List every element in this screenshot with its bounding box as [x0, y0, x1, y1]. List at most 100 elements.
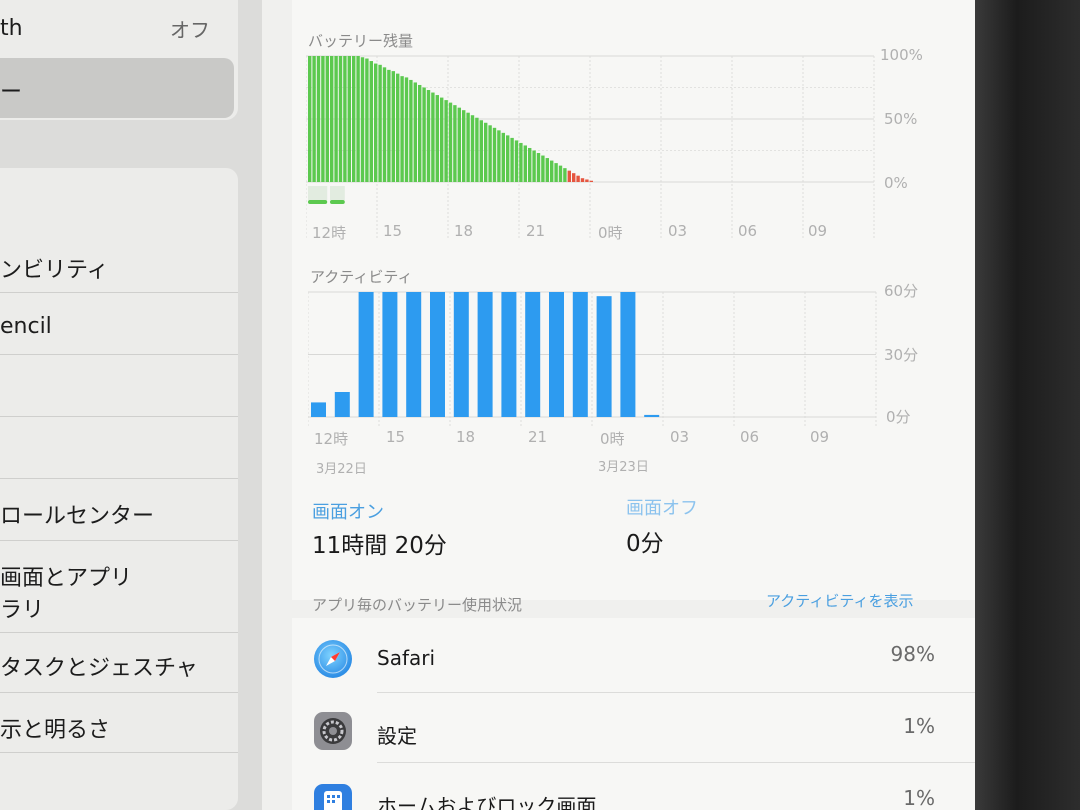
activity-bar [334, 392, 350, 417]
battery-bar [453, 105, 457, 182]
battery-bar [382, 67, 387, 182]
app-row-home-lock-screen[interactable]: ホームおよびロック画面 1% [262, 764, 975, 810]
battery-bar [356, 56, 360, 182]
battery-level-label: バッテリー残量 [308, 32, 414, 50]
battery-bar [550, 160, 554, 182]
battery-y-label-50: 50% [884, 110, 918, 128]
battery-bar [492, 127, 497, 182]
divider [0, 478, 238, 479]
activity-bar [525, 292, 541, 417]
sidebar-item-label: ンビリティ [0, 258, 109, 283]
activity-y-label-0: 0分 [886, 408, 911, 426]
battery-bar [413, 82, 417, 182]
divider [0, 354, 238, 355]
battery-bar [484, 122, 488, 182]
battery-bar [580, 178, 585, 182]
battery-x-label: 18 [454, 222, 474, 240]
battery-bar [369, 61, 373, 182]
activity-x-label: 03 [670, 428, 690, 446]
sidebar-item-multitasking-gestures[interactable]: タスクとジェスチャ [0, 650, 238, 682]
app-row-settings[interactable]: 設定 1% [262, 694, 975, 760]
battery-bar [418, 84, 422, 182]
activity-chart [308, 291, 877, 426]
battery-y-label-100: 100% [880, 46, 923, 64]
battery-bar [391, 71, 395, 182]
sidebar-item-label: ロールセンター [0, 504, 155, 529]
sidebar-item-label: ラリ [0, 598, 45, 623]
battery-bar [365, 58, 369, 182]
battery-bar [523, 145, 527, 182]
charging-indicator [330, 200, 345, 204]
sidebar-item-blank-1[interactable] [0, 376, 238, 406]
battery-bar [312, 56, 316, 182]
app-battery-percent: 1% [903, 786, 935, 810]
battery-bar [334, 56, 338, 182]
charging-shade [330, 186, 345, 200]
divider [0, 632, 238, 633]
activity-bar [501, 292, 517, 417]
app-name: 設定 [377, 724, 417, 748]
battery-bar [444, 100, 448, 182]
app-row-safari[interactable]: Safari 98% [262, 626, 975, 692]
device-bezel [975, 0, 1080, 810]
activity-bar [430, 292, 445, 417]
sidebar-item-pencil[interactable]: encil [0, 314, 238, 339]
battery-bar [532, 150, 536, 182]
battery-bar [457, 107, 461, 182]
home-lock-screen-icon [314, 784, 352, 810]
battery-bar [479, 120, 483, 182]
sidebar-item-blank-2[interactable] [0, 438, 238, 468]
sidebar-item-control-center[interactable]: ロールセンター [0, 498, 238, 530]
battery-bar [554, 163, 558, 182]
activity-y-label-30: 30分 [884, 346, 919, 364]
activity-bar [358, 292, 374, 417]
sidebar-item-accessibility[interactable]: ンビリティ [0, 252, 238, 284]
sidebar-item-home-screen-app-library[interactable]: 画面とアプリ [0, 560, 238, 592]
activity-x-label: 12時 [314, 430, 349, 448]
battery-bar [404, 77, 409, 182]
battery-bar [585, 179, 589, 182]
battery-bar [528, 147, 532, 182]
sidebar-item-label: タスクとジェスチャ [0, 656, 198, 681]
battery-bar [308, 56, 312, 182]
battery-bar [497, 130, 501, 182]
battery-bar [378, 64, 382, 182]
activity-x-label: 21 [528, 428, 548, 446]
divider [0, 416, 238, 417]
activity-bar [406, 292, 422, 417]
battery-bar [519, 142, 523, 182]
sidebar-item-display-brightness[interactable]: 示と明るさ [0, 712, 238, 744]
battery-x-label: 06 [738, 222, 758, 240]
divider [0, 540, 238, 541]
battery-bar [558, 165, 563, 182]
settings-gear-icon [314, 712, 352, 750]
bluetooth-status-value: オフ [170, 18, 210, 42]
sidebar-item-label: 示と明るさ [0, 718, 111, 743]
battery-bar [576, 175, 580, 182]
battery-bar [541, 155, 545, 182]
battery-bar [440, 97, 444, 182]
battery-bar [567, 170, 571, 182]
battery-bar [536, 153, 541, 182]
app-name: ホームおよびロック画面 [377, 794, 597, 810]
battery-bar [462, 110, 466, 182]
sidebar-item-home-screen-app-library-line2[interactable]: ラリ [0, 592, 238, 624]
screen-on-label: 画面オン [312, 502, 384, 523]
battery-bar [352, 56, 356, 182]
screen-off-label: 画面オフ [626, 498, 698, 519]
battery-bar [396, 73, 400, 182]
settings-sidebar: th オフ ー ンビリティ encil ロールセンター 画面とアプリ ラリ タス… [0, 0, 262, 810]
battery-bar [400, 76, 404, 182]
screen-off-value: 0分 [626, 531, 664, 557]
activity-y-label-60: 60分 [884, 282, 919, 300]
app-name: Safari [377, 646, 436, 670]
battery-bar [475, 117, 479, 182]
show-activity-link[interactable]: アクティビティを表示 [766, 590, 913, 611]
battery-bar [347, 56, 351, 182]
battery-bar [409, 79, 413, 182]
battery-bar [343, 56, 347, 182]
ipad-screen: th オフ ー ンビリティ encil ロールセンター 画面とアプリ ラリ タス… [0, 0, 975, 810]
activity-bar [477, 292, 493, 417]
battery-bar [338, 56, 343, 182]
sidebar-item-battery[interactable]: ー [0, 74, 238, 106]
